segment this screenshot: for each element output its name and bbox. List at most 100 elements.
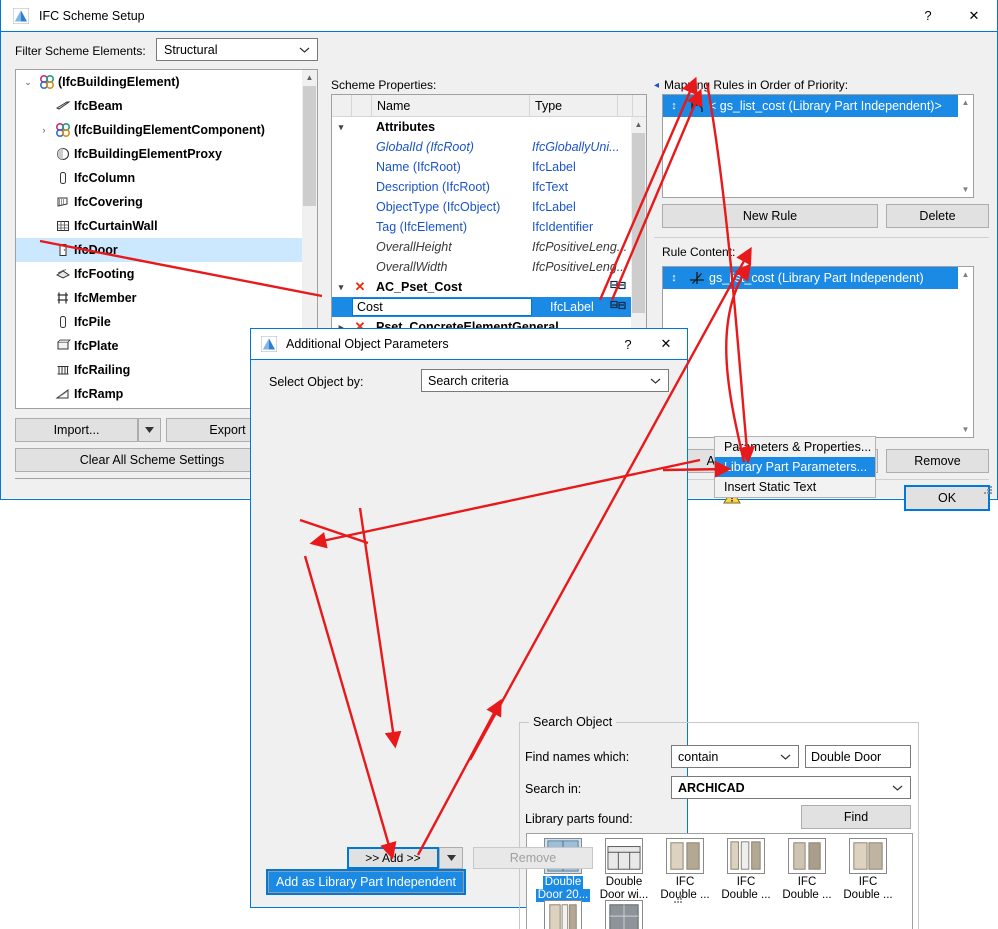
scroll-down-icon[interactable]: ▼ (958, 422, 973, 437)
import-button[interactable]: Import... (15, 418, 138, 442)
column-header-type[interactable]: Type (530, 94, 618, 117)
window-title: IFC Scheme Setup (39, 9, 145, 23)
rule-content-list[interactable]: ↕ gs_list_cost (Library Part Independent… (662, 266, 974, 438)
tree-item-ifccurtainwall[interactable]: IfcCurtainWall (16, 214, 317, 238)
tree-item-ifcbuildingelementproxy[interactable]: IfcBuildingElementProxy (16, 142, 317, 166)
scroll-up-icon[interactable]: ▲ (631, 117, 646, 132)
tree-twisty-icon[interactable]: › (36, 125, 52, 135)
library-part-item[interactable]: IFCDouble ... (716, 838, 776, 902)
menu-item-library-part-parameters[interactable]: Library Part Parameters... (715, 457, 875, 477)
property-name-input[interactable]: Cost (352, 298, 532, 316)
tree-scroll-thumb[interactable] (303, 86, 316, 206)
find-names-operator-select[interactable]: contain (671, 745, 799, 768)
property-name: OverallHeight (376, 240, 452, 254)
scheme-property-row[interactable]: OverallHeight IfcPositiveLeng... (332, 237, 646, 257)
dialog-close-button[interactable]: ✕ (647, 329, 685, 359)
ifc-plate-icon (52, 338, 74, 354)
property-name: Description (IfcRoot) (376, 180, 490, 194)
tree-item-label: IfcFooting (74, 267, 135, 281)
tree-item-label: IfcBeam (74, 99, 123, 113)
remove-parameter-button[interactable]: Remove (886, 449, 989, 473)
reorder-handle-icon[interactable]: ↕ (663, 100, 685, 112)
scheme-property-row[interactable]: ▾ Attributes (332, 117, 646, 137)
dialog-help-button[interactable]: ? (609, 329, 647, 359)
scheme-property-row[interactable]: OverallWidth IfcPositiveLeng... (332, 257, 646, 277)
tree-item-ifcbuildingelementcomponent[interactable]: › (IfcBuildingElementComponent) (16, 118, 317, 142)
library-part-item[interactable]: IFCDouble ... (838, 838, 898, 902)
dialog-titlebar: Additional Object Parameters ? ✕ (251, 329, 687, 360)
import-dropdown-button[interactable] (138, 418, 161, 442)
scheme-property-row[interactable]: Tag (IfcElement) IfcIdentifier (332, 217, 646, 237)
find-names-value-input[interactable]: Double Door (805, 745, 911, 768)
find-button[interactable]: Find (801, 805, 911, 829)
scheme-property-row[interactable]: Name (IfcRoot) IfcLabel (332, 157, 646, 177)
scheme-property-row[interactable]: Description (IfcRoot) IfcText (332, 177, 646, 197)
ifc-column-icon (52, 170, 74, 186)
scheme-property-row[interactable]: GlobalId (IfcRoot) IfcGloballyUni... (332, 137, 646, 157)
delete-x-icon[interactable]: ✕ (350, 279, 370, 295)
tree-item-ifcbeam[interactable]: IfcBeam (16, 94, 317, 118)
library-part-item[interactable]: IFCDouble ... (777, 838, 837, 902)
tree-item-ifccovering[interactable]: IfcCovering (16, 190, 317, 214)
select-object-by-select[interactable]: Search criteria (421, 369, 669, 392)
mapping-rules-scrollbar[interactable]: ▲ ▼ (958, 95, 973, 197)
new-rule-button[interactable]: New Rule (662, 204, 878, 228)
row-twisty-icon[interactable]: ▾ (332, 122, 350, 133)
ok-button-main[interactable]: OK (904, 485, 990, 511)
link-icon[interactable] (610, 299, 626, 311)
mapping-rules-list[interactable]: ↕ < gs_list_cost (Library Part Independe… (662, 94, 974, 198)
add-parameters-menu[interactable]: Parameters & Properties... Library Part … (714, 436, 876, 498)
library-part-item[interactable]: IFCDouble ... (533, 900, 593, 929)
scroll-up-icon[interactable]: ▲ (958, 95, 973, 110)
dialog-resize-grip[interactable] (671, 892, 683, 904)
tree-item-ifcfooting[interactable]: IfcFooting (16, 262, 317, 286)
delete-rule-button[interactable]: Delete (886, 204, 989, 228)
chevron-down-icon (650, 377, 661, 384)
row-twisty-icon[interactable]: ▾ (332, 282, 350, 293)
filter-scheme-elements-select[interactable]: Structural (156, 38, 318, 61)
close-button[interactable]: ✕ (951, 0, 997, 31)
scroll-up-icon[interactable]: ▲ (958, 267, 973, 282)
clear-all-scheme-settings-button[interactable]: Clear All Scheme Settings (15, 448, 289, 472)
reorder-handle-icon[interactable]: ↕ (663, 272, 685, 284)
library-part-item[interactable]: MetalDouble ... (594, 900, 654, 929)
property-name: OverallWidth (376, 260, 448, 274)
link-icon[interactable] (610, 279, 626, 291)
help-button[interactable]: ? (905, 0, 951, 31)
tree-item-label: IfcRamp (74, 387, 124, 401)
tree-twisty-icon[interactable]: ⌄ (20, 77, 36, 88)
rule-content-scrollbar[interactable]: ▲ ▼ (958, 267, 973, 437)
library-part-item[interactable]: IFCDouble ... (655, 838, 715, 902)
scheme-properties-scrollbar[interactable]: ▲ ▼ (631, 117, 646, 357)
sp-scroll-thumb[interactable] (632, 133, 645, 313)
scheme-property-row[interactable]: ObjectType (IfcObject) IfcLabel (332, 197, 646, 217)
tree-item-label: IfcCovering (74, 195, 143, 209)
collapse-arrow-icon[interactable]: ◂ (654, 80, 659, 91)
menu-item-parameters-properties[interactable]: Parameters & Properties... (715, 437, 875, 457)
scheme-property-row[interactable]: ✕CostIfcLabel (332, 297, 646, 317)
scroll-up-icon[interactable]: ▲ (302, 70, 317, 85)
mapping-rule-row[interactable]: ↕ < gs_list_cost (Library Part Independe… (663, 95, 973, 117)
column-header-name[interactable]: Name (372, 94, 530, 117)
add-parameter-button[interactable]: >> Add >> (347, 847, 439, 869)
property-type: IfcIdentifier (532, 220, 594, 234)
tree-item-ifcmember[interactable]: IfcMember (16, 286, 317, 310)
left-panel-divider (15, 478, 250, 479)
rule-content-row[interactable]: ↕ gs_list_cost (Library Part Independent… (663, 267, 973, 289)
menu-item-insert-static-text[interactable]: Insert Static Text (715, 477, 875, 497)
library-part-item[interactable]: Double Door wi... (594, 838, 654, 902)
tree-item-ifcbuildingelement[interactable]: ⌄ (IfcBuildingElement) (16, 70, 317, 94)
scroll-down-icon[interactable]: ▼ (958, 182, 973, 197)
window-controls: ? ✕ (905, 0, 997, 31)
scheme-property-row[interactable]: ▾ ✕ AC_Pset_Cost (332, 277, 646, 297)
ifc-footing-icon (52, 266, 74, 282)
tree-item-ifcdoor[interactable]: IfcDoor (16, 238, 317, 262)
filter-scheme-elements-value: Structural (164, 42, 218, 57)
search-in-select[interactable]: ARCHICAD (671, 776, 911, 799)
remove-parameter-button-dialog[interactable]: Remove (473, 847, 593, 869)
resize-grip[interactable] (981, 483, 993, 495)
add-parameter-dropdown-button[interactable] (439, 847, 463, 869)
tree-item-ifccolumn[interactable]: IfcColumn (16, 166, 317, 190)
add-as-library-part-independent-menu-item[interactable]: Add as Library Part Independent (266, 869, 466, 895)
scheme-properties-table[interactable]: Name Type ▾ Attributes GlobalId (IfcRoot) I… (331, 94, 647, 358)
